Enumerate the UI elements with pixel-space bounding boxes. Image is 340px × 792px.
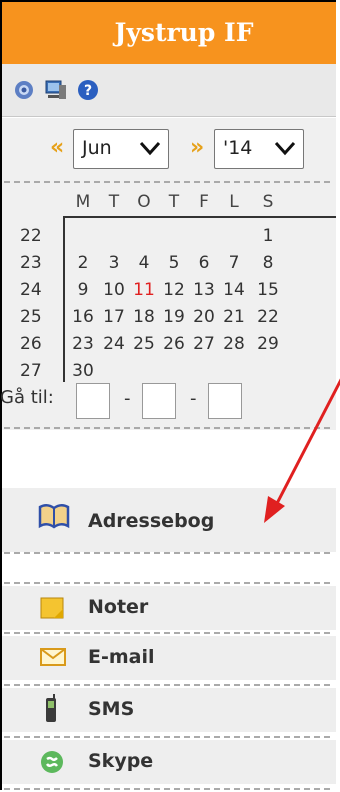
- calendar-day[interactable]: 23: [70, 334, 96, 354]
- prev-month-button[interactable]: «: [50, 133, 64, 163]
- weekday-header: T: [108, 192, 120, 212]
- computer-icon[interactable]: [44, 78, 68, 102]
- divider: [4, 582, 330, 584]
- calendar-day[interactable]: 22: [255, 307, 281, 327]
- calendar-day[interactable]: 18: [131, 307, 157, 327]
- weekday-header: M: [75, 192, 91, 212]
- menu-item-sms[interactable]: SMS: [2, 688, 336, 732]
- menu-item-email[interactable]: E-mail: [2, 636, 336, 680]
- goto-separator: -: [190, 388, 197, 409]
- calendar-day[interactable]: 24: [101, 334, 127, 354]
- divider: [4, 736, 330, 738]
- month-value: Jun: [82, 137, 112, 159]
- menu-label: Adressebog: [88, 510, 215, 532]
- calendar-day[interactable]: 3: [101, 253, 127, 273]
- year-value: '14: [223, 137, 253, 159]
- calendar-header-line: [63, 216, 336, 218]
- goto-month-input[interactable]: [142, 383, 176, 419]
- calendar-week-line: [63, 218, 65, 382]
- calendar-day[interactable]: 28: [221, 334, 247, 354]
- weekday-header: O: [137, 192, 151, 212]
- calendar-day[interactable]: 21: [221, 307, 247, 327]
- menu-label: E-mail: [88, 646, 155, 668]
- calendar-day[interactable]: 26: [161, 334, 187, 354]
- week-number: 24: [20, 280, 42, 300]
- divider: [4, 427, 330, 429]
- week-number: 22: [20, 226, 42, 246]
- weekday-header: L: [229, 192, 239, 212]
- divider: [4, 552, 330, 554]
- envelope-icon: [40, 648, 66, 666]
- calendar-day-today[interactable]: 11: [131, 280, 157, 300]
- divider: [4, 684, 330, 686]
- note-icon: [40, 597, 64, 619]
- weekday-header: S: [262, 192, 274, 212]
- calendar-day[interactable]: 25: [131, 334, 157, 354]
- menu-label: SMS: [88, 698, 135, 720]
- weekday-header: T: [168, 192, 180, 212]
- svg-text:?: ?: [84, 83, 92, 99]
- calendar-day[interactable]: 7: [221, 253, 247, 273]
- week-number: 25: [20, 307, 42, 327]
- next-month-button[interactable]: »: [190, 133, 204, 163]
- calendar-day[interactable]: 16: [70, 307, 96, 327]
- calendar-day[interactable]: 29: [255, 334, 281, 354]
- calendar-day[interactable]: 19: [161, 307, 187, 327]
- chevron-down-icon: [274, 141, 296, 156]
- calendar-day[interactable]: 10: [101, 280, 127, 300]
- calendar-day[interactable]: 27: [191, 334, 217, 354]
- menu-item-adressebog[interactable]: Adressebog: [2, 488, 336, 552]
- calendar-day[interactable]: 14: [221, 280, 247, 300]
- phone-icon: [46, 694, 56, 722]
- toolbar: ?: [2, 64, 336, 117]
- month-select[interactable]: Jun: [73, 129, 169, 169]
- calendar-day[interactable]: 5: [161, 253, 187, 273]
- calendar-day[interactable]: 13: [191, 280, 217, 300]
- week-number: 27: [20, 361, 42, 381]
- calendar-day[interactable]: 20: [191, 307, 217, 327]
- calendar-day[interactable]: 8: [255, 253, 281, 273]
- goto-year-input[interactable]: [208, 383, 242, 419]
- calendar-day[interactable]: 9: [70, 280, 96, 300]
- calendar-day[interactable]: 17: [101, 307, 127, 327]
- book-icon: [38, 504, 70, 529]
- divider: [4, 788, 330, 790]
- app-title: Jystrup IF: [2, 2, 336, 64]
- settings-icon[interactable]: [12, 78, 36, 102]
- goto-day-input[interactable]: [76, 383, 110, 419]
- goto-label: Gå til:: [0, 387, 54, 408]
- divider: [4, 181, 330, 183]
- calendar-day[interactable]: 15: [255, 280, 281, 300]
- menu-item-noter[interactable]: Noter: [2, 586, 336, 630]
- week-number: 26: [20, 334, 42, 354]
- weekday-header: F: [199, 192, 209, 212]
- calendar-day[interactable]: 12: [161, 280, 187, 300]
- help-icon[interactable]: ?: [76, 78, 100, 102]
- week-number: 23: [20, 253, 42, 273]
- calendar-day[interactable]: 1: [255, 226, 281, 246]
- chevron-down-icon: [139, 141, 161, 156]
- calendar-day[interactable]: 4: [131, 253, 157, 273]
- calendar-day[interactable]: 30: [70, 361, 96, 381]
- divider: [4, 632, 330, 634]
- menu-item-skype[interactable]: Skype: [2, 740, 336, 784]
- calendar-day[interactable]: 2: [70, 253, 96, 273]
- menu-label: Skype: [88, 750, 154, 772]
- menu-label: Noter: [88, 596, 149, 618]
- calendar-day[interactable]: 6: [191, 253, 217, 273]
- year-select[interactable]: '14: [214, 129, 304, 169]
- goto-separator: -: [124, 388, 131, 409]
- skype-icon: [41, 751, 63, 773]
